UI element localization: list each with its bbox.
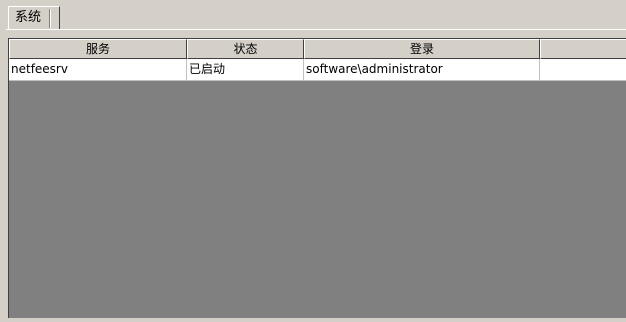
cell-empty <box>540 59 626 81</box>
column-header-logon[interactable]: 登录 <box>304 39 540 59</box>
tab-system[interactable]: 系统 <box>8 6 60 29</box>
column-header-service[interactable]: 服务 <box>9 39 187 59</box>
cell-service-name: netfeesrv <box>9 59 187 81</box>
tab-label: 系统 <box>15 10 42 25</box>
services-list-view[interactable]: 服务 状态 登录 netfeesrv 已启动 software\administ… <box>8 38 626 318</box>
tab-strip: 系统 <box>6 4 626 30</box>
tab-baseline <box>6 29 626 30</box>
window: 系统 服务 状态 登录 netfeesrv 已启动 software\admin… <box>0 0 626 322</box>
column-header-empty[interactable] <box>540 39 626 59</box>
cell-logon: software\administrator <box>304 59 540 81</box>
list-header: 服务 状态 登录 <box>9 39 626 59</box>
tab-divider <box>49 9 51 28</box>
column-header-status[interactable]: 状态 <box>187 39 304 59</box>
table-row[interactable]: netfeesrv 已启动 software\administrator <box>9 59 626 81</box>
cell-status: 已启动 <box>187 59 304 81</box>
